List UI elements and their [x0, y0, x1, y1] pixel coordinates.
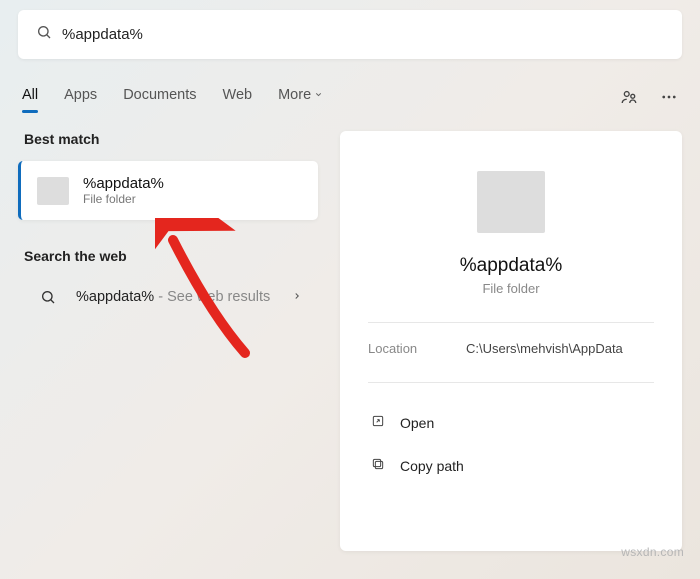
best-match-text: %appdata% File folder	[83, 175, 164, 206]
web-result[interactable]: %appdata% - See web results	[18, 278, 318, 317]
accounts-icon[interactable]	[620, 88, 638, 111]
search-icon	[36, 24, 52, 45]
web-result-title: %appdata%	[76, 289, 154, 305]
web-result-suffix: - See web results	[154, 289, 270, 305]
location-label: Location	[368, 341, 466, 356]
best-match-title: %appdata%	[83, 175, 164, 192]
tab-all[interactable]: All	[22, 87, 38, 111]
chevron-right-icon	[292, 288, 302, 306]
open-action[interactable]: Open	[368, 401, 654, 444]
folder-icon	[37, 177, 69, 205]
tab-more-label: More	[278, 87, 311, 103]
best-match-result[interactable]: %appdata% File folder	[18, 161, 318, 220]
best-match-header: Best match	[24, 131, 318, 147]
search-input[interactable]	[62, 26, 664, 43]
details-subtitle: File folder	[368, 281, 654, 296]
more-icon[interactable]	[660, 88, 678, 111]
watermark: wsxdn.com	[621, 545, 684, 559]
tab-apps[interactable]: Apps	[64, 87, 97, 111]
tab-more[interactable]: More	[278, 87, 323, 111]
copy-icon	[370, 456, 386, 475]
copy-path-action[interactable]: Copy path	[368, 444, 654, 487]
folder-icon	[477, 171, 545, 233]
action-list: Open Copy path	[368, 401, 654, 487]
location-row: Location C:\Users\mehvish\AppData	[368, 341, 654, 356]
open-icon	[370, 413, 386, 432]
location-value: C:\Users\mehvish\AppData	[466, 341, 623, 356]
copy-path-label: Copy path	[400, 458, 464, 474]
header-tools	[620, 88, 678, 111]
web-result-text: %appdata% - See web results	[76, 288, 278, 307]
results-content: Best match %appdata% File folder Search …	[18, 131, 682, 551]
chevron-down-icon	[314, 87, 323, 103]
left-column: Best match %appdata% File folder Search …	[18, 131, 318, 317]
tabs: All Apps Documents Web More	[22, 87, 323, 111]
divider	[368, 322, 654, 323]
search-web-header: Search the web	[24, 248, 318, 264]
tab-web[interactable]: Web	[223, 87, 253, 111]
search-bar[interactable]	[18, 10, 682, 59]
search-icon	[34, 289, 62, 305]
tabs-row: All Apps Documents Web More	[18, 87, 682, 111]
divider	[368, 382, 654, 383]
open-label: Open	[400, 415, 434, 431]
details-panel: %appdata% File folder Location C:\Users\…	[340, 131, 682, 551]
best-match-subtitle: File folder	[83, 192, 164, 206]
details-title: %appdata%	[368, 255, 654, 277]
tab-documents[interactable]: Documents	[123, 87, 196, 111]
